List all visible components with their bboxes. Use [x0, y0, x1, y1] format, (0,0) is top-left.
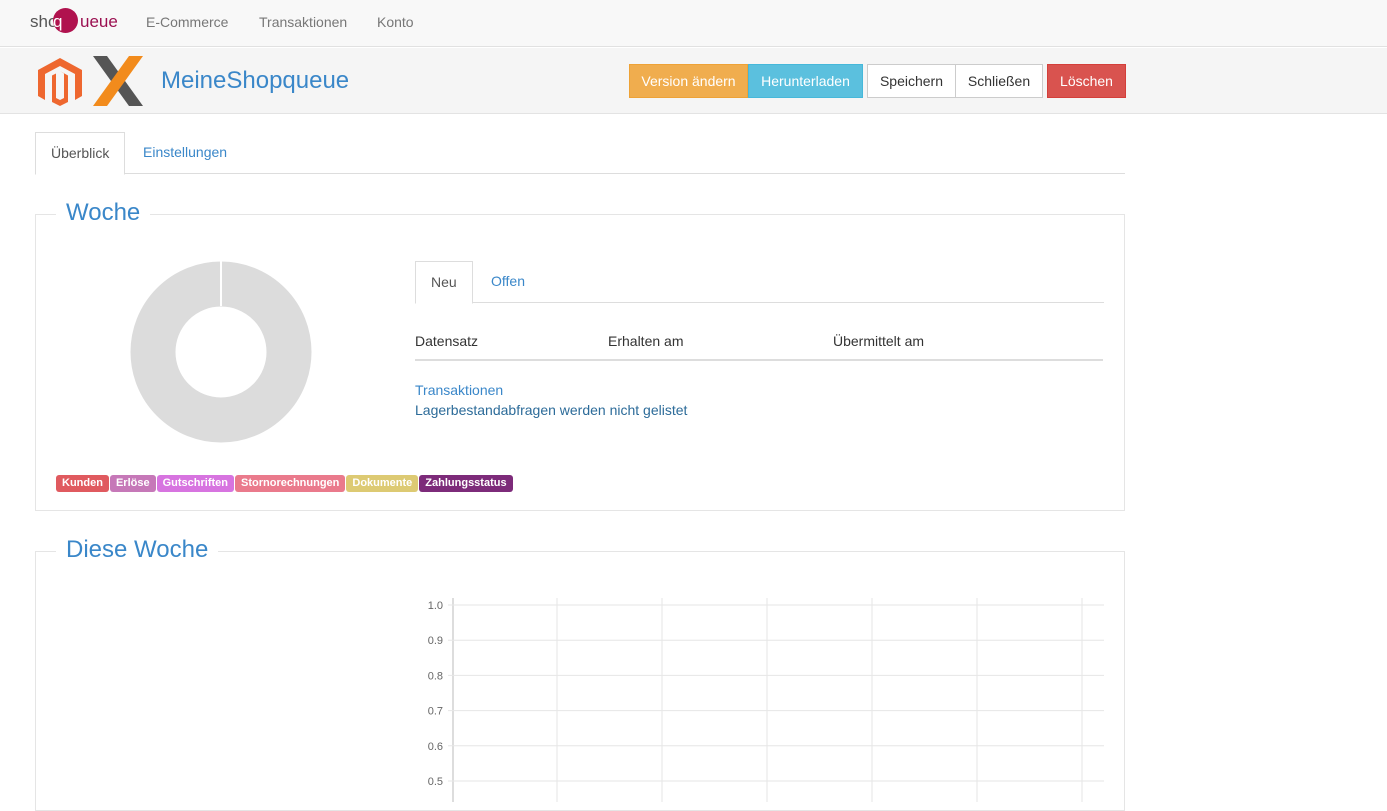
- change-version-button[interactable]: Version ändern: [629, 64, 748, 98]
- shop-header: MeineShopqueue Version ändern Herunterla…: [0, 48, 1387, 114]
- save-button[interactable]: Speichern: [867, 64, 956, 98]
- download-button[interactable]: Herunterladen: [748, 64, 863, 98]
- nav-transaktionen[interactable]: Transaktionen: [259, 14, 347, 30]
- badge-zahlungsstatus: Zahlungsstatus: [419, 475, 513, 492]
- tab-settings[interactable]: Einstellungen: [128, 132, 242, 174]
- delete-button[interactable]: Löschen: [1047, 64, 1126, 98]
- stock-queries-note: Lagerbestandabfragen werden nicht gelist…: [415, 402, 688, 418]
- week-donut-chart: [130, 261, 312, 443]
- column-header-erhalten[interactable]: Erhalten am: [608, 333, 683, 349]
- week-panel: Woche Kunden Erlöse Gutschriften Stornorech…: [35, 199, 1125, 511]
- this-week-panel: Diese Woche 1.0 0.9 0.8 0.7 0.6 0.5: [35, 536, 1125, 811]
- this-week-legend: Diese Woche: [56, 536, 219, 564]
- tab-offen[interactable]: Offen: [476, 261, 540, 303]
- y-tick-label: 0.9: [428, 635, 443, 647]
- brand-part-ueue: ueue: [80, 12, 118, 31]
- y-tick-label: 1.0: [428, 600, 443, 612]
- badge-kunden: Kunden: [56, 475, 109, 492]
- shopqueue-logo[interactable]: shop q ueue: [30, 8, 125, 38]
- tab-overview[interactable]: Überblick: [35, 132, 126, 175]
- page-title: MeineShopqueue: [161, 67, 350, 94]
- nav-ecommerce[interactable]: E-Commerce: [146, 14, 228, 30]
- transaction-subtabs: Neu Offen: [415, 261, 1104, 304]
- column-header-uebermittelt[interactable]: Übermittelt am: [833, 333, 924, 349]
- legend-badges: Kunden Erlöse Gutschriften Stornorechnungen…: [56, 473, 514, 492]
- brand-part-q: q: [53, 12, 63, 31]
- badge-erloese: Erlöse: [109, 475, 156, 492]
- y-tick-label: 0.8: [428, 670, 443, 682]
- column-header-datensatz[interactable]: Datensatz: [415, 333, 478, 349]
- tab-neu[interactable]: Neu: [415, 261, 473, 304]
- close-button[interactable]: Schließen: [955, 64, 1043, 98]
- shop-x-logo-icon: [93, 56, 143, 106]
- badge-stornorechnungen: Stornorechnungen: [235, 475, 346, 492]
- y-tick-label: 0.7: [428, 706, 443, 718]
- y-tick-label: 0.5: [428, 776, 443, 788]
- transactions-link[interactable]: Transaktionen: [415, 382, 503, 398]
- week-legend: Woche: [56, 199, 151, 227]
- main-tabs: Überblick Einstellungen: [35, 132, 1125, 175]
- this-week-line-chart: 1.0 0.9 0.8 0.7 0.6 0.5: [428, 598, 1104, 802]
- y-tick-label: 0.6: [428, 741, 443, 753]
- magento-logo-icon: [38, 58, 82, 106]
- badge-dokumente: Dokumente: [346, 475, 419, 492]
- transactions-table-header: Datensatz Erhalten am Übermittelt am: [415, 333, 1103, 361]
- top-navbar: shop q ueue E-Commerce Transaktionen Kon…: [0, 0, 1387, 47]
- badge-gutschriften: Gutschriften: [156, 475, 234, 492]
- nav-konto[interactable]: Konto: [377, 14, 414, 30]
